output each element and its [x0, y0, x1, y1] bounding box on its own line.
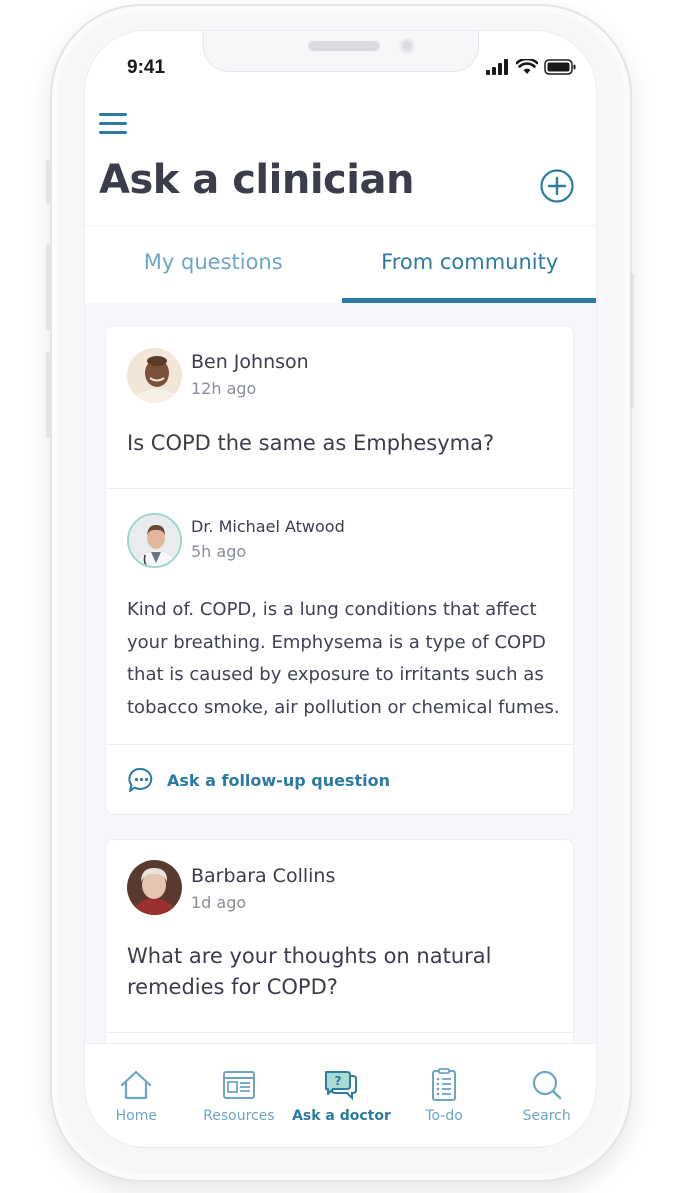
avatar-ben-johnson [127, 348, 182, 403]
nav-label: Resources [203, 1108, 275, 1124]
question-text: What are your thoughts on natural remedi… [127, 944, 492, 999]
follow-up-label: Ask a follow-up question [167, 770, 390, 790]
question-text: Is COPD the same as Emphesyma? [127, 431, 495, 455]
answer-time: 5h ago [191, 542, 247, 561]
status-icons [486, 59, 576, 75]
signal-icon [486, 59, 508, 75]
status-time: 9:41 [127, 57, 166, 78]
question-tabs: My questions From community [85, 225, 596, 303]
chat-question-icon: ? [325, 1071, 358, 1101]
svg-text:?: ? [335, 1074, 342, 1088]
avatar-dr-michael-atwood [127, 513, 182, 568]
post-time: 1d ago [191, 893, 247, 912]
divider [106, 488, 573, 489]
device-notch [203, 31, 479, 72]
answer-text: Kind of. COPD, is a lung conditions that… [127, 599, 560, 719]
app-screen: 9:41 Ask a clinician My questions From c… [84, 30, 597, 1148]
front-camera [399, 38, 415, 54]
mute-switch [46, 160, 50, 204]
tab-my-questions[interactable]: My questions [85, 226, 342, 303]
nav-search[interactable]: Search [495, 1044, 596, 1147]
search-icon [532, 1070, 561, 1100]
nav-label: Ask a doctor [292, 1108, 391, 1124]
page-title: Ask a clinician [99, 157, 414, 203]
nav-label: Search [522, 1108, 571, 1124]
divider [106, 744, 573, 745]
nav-to-do[interactable]: To-do [393, 1044, 496, 1147]
home-icon [121, 1070, 152, 1100]
resources-icon [222, 1071, 255, 1099]
add-question-icon[interactable] [540, 169, 574, 203]
author-name: Barbara Collins [191, 865, 336, 887]
question-card[interactable]: Ben Johnson 12h ago Is COPD the same as … [105, 325, 574, 815]
battery-icon [544, 59, 576, 75]
avatar-barbara-collins [127, 860, 182, 915]
divider [106, 1032, 573, 1033]
question-card[interactable]: Barbara Collins 1d ago What are your tho… [105, 839, 574, 1043]
nav-ask-a-doctor[interactable]: ? Ask a doctor [290, 1044, 393, 1147]
nav-label: Home [115, 1108, 157, 1124]
wifi-icon [516, 59, 538, 74]
volume-down-button [46, 352, 50, 438]
nav-label: To-do [425, 1108, 463, 1124]
menu-icon[interactable] [99, 113, 127, 137]
nav-resources[interactable]: Resources [188, 1044, 291, 1147]
follow-up-button[interactable]: Ask a follow-up question [127, 766, 390, 794]
clipboard-icon [432, 1068, 457, 1101]
tab-from-community[interactable]: From community [341, 226, 596, 303]
bottom-navigation: Home Resources ? Ask a doctor To-do Sear… [85, 1043, 596, 1147]
volume-up-button [46, 244, 50, 330]
clinician-name: Dr. Michael Atwood [191, 517, 345, 536]
power-button [630, 274, 634, 408]
author-name: Ben Johnson [191, 351, 309, 373]
question-feed[interactable]: Ben Johnson 12h ago Is COPD the same as … [85, 303, 596, 1043]
post-time: 12h ago [191, 379, 257, 398]
speaker-grille [308, 41, 380, 51]
nav-home[interactable]: Home [85, 1044, 188, 1147]
chat-bubble-icon [128, 767, 153, 792]
